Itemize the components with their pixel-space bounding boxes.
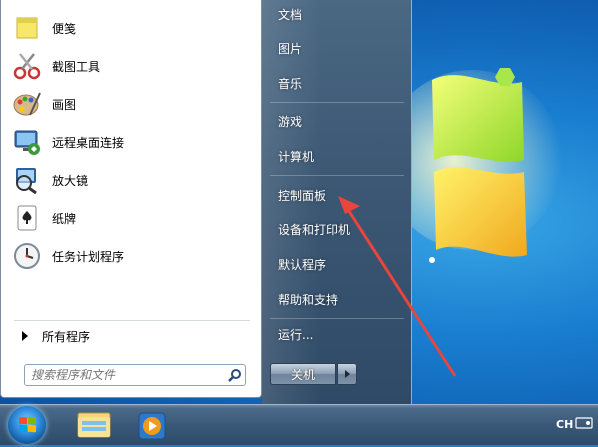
- right-item-help-and-support[interactable]: 帮助和支持: [278, 291, 338, 308]
- right-item-games[interactable]: 游戏: [278, 113, 302, 130]
- shutdown-options-button[interactable]: [337, 363, 357, 385]
- right-item-run[interactable]: 运行...: [278, 326, 313, 343]
- windows-explorer-icon: [77, 412, 111, 438]
- triangle-right-icon: [344, 370, 350, 378]
- media-player-icon: [138, 412, 166, 440]
- program-label: 截图工具: [52, 59, 101, 74]
- program-label: 远程桌面连接: [52, 135, 125, 150]
- paint-icon: [10, 87, 44, 121]
- right-pane-separator: [270, 175, 404, 176]
- search-box[interactable]: [24, 364, 246, 386]
- start-menu: 便笺 截图工具 画图 远程桌面连接 放大镜 纸牌 任务计划程序 所有程序 搜索程…: [0, 0, 412, 404]
- right-item-documents[interactable]: 文档: [278, 6, 302, 23]
- language-indicator[interactable]: CH: [556, 418, 573, 431]
- right-item-default-programs[interactable]: 默认程序: [278, 256, 326, 273]
- right-item-devices-and-printers[interactable]: 设备和打印机: [278, 221, 350, 238]
- task-scheduler-icon: [10, 239, 44, 273]
- solitaire-icon: [10, 201, 44, 235]
- program-label: 画图: [52, 97, 77, 112]
- program-label: 任务计划程序: [52, 249, 125, 264]
- right-pane-separator: [270, 102, 404, 103]
- program-item-magnifier[interactable]: 放大镜: [10, 162, 254, 198]
- search-icon[interactable]: [225, 368, 245, 382]
- keyboard-icon[interactable]: [575, 416, 593, 430]
- shutdown-label: 关机: [290, 367, 315, 382]
- windows-logo-icon: [412, 68, 562, 263]
- magnifier-icon: [10, 163, 44, 197]
- program-item-sticky-notes[interactable]: 便笺: [10, 10, 254, 46]
- remote-desktop-icon: [10, 125, 44, 159]
- all-programs-button[interactable]: 所有程序: [10, 326, 254, 346]
- search-input[interactable]: [25, 367, 225, 383]
- right-item-pictures[interactable]: 图片: [278, 40, 302, 57]
- program-item-solitaire[interactable]: 纸牌: [10, 200, 254, 236]
- right-pane-separator: [270, 318, 404, 319]
- program-label: 便笺: [52, 21, 77, 36]
- program-item-snipping-tool[interactable]: 截图工具: [10, 48, 254, 84]
- taskbar-explorer-button[interactable]: [66, 407, 122, 443]
- right-item-computer[interactable]: 计算机: [278, 148, 314, 165]
- program-label: 纸牌: [52, 211, 77, 226]
- program-item-paint[interactable]: 画图: [10, 86, 254, 122]
- program-label: 放大镜: [52, 173, 89, 188]
- taskbar-media-player-button[interactable]: [124, 407, 180, 443]
- program-item-remote-desktop[interactable]: 远程桌面连接: [10, 124, 254, 160]
- triangle-right-icon: [22, 331, 28, 341]
- shutdown-button[interactable]: 关机: [270, 363, 336, 385]
- right-item-control-panel[interactable]: 控制面板: [278, 187, 326, 204]
- start-button[interactable]: [8, 406, 46, 444]
- all-programs-label: 所有程序: [42, 329, 91, 344]
- windows-flag-icon: [19, 416, 36, 433]
- sticky-notes-icon: [10, 11, 44, 45]
- program-item-task-scheduler[interactable]: 任务计划程序: [10, 238, 254, 274]
- left-pane-separator: [14, 320, 250, 321]
- snipping-tool-icon: [10, 49, 44, 83]
- right-item-music[interactable]: 音乐: [278, 75, 302, 92]
